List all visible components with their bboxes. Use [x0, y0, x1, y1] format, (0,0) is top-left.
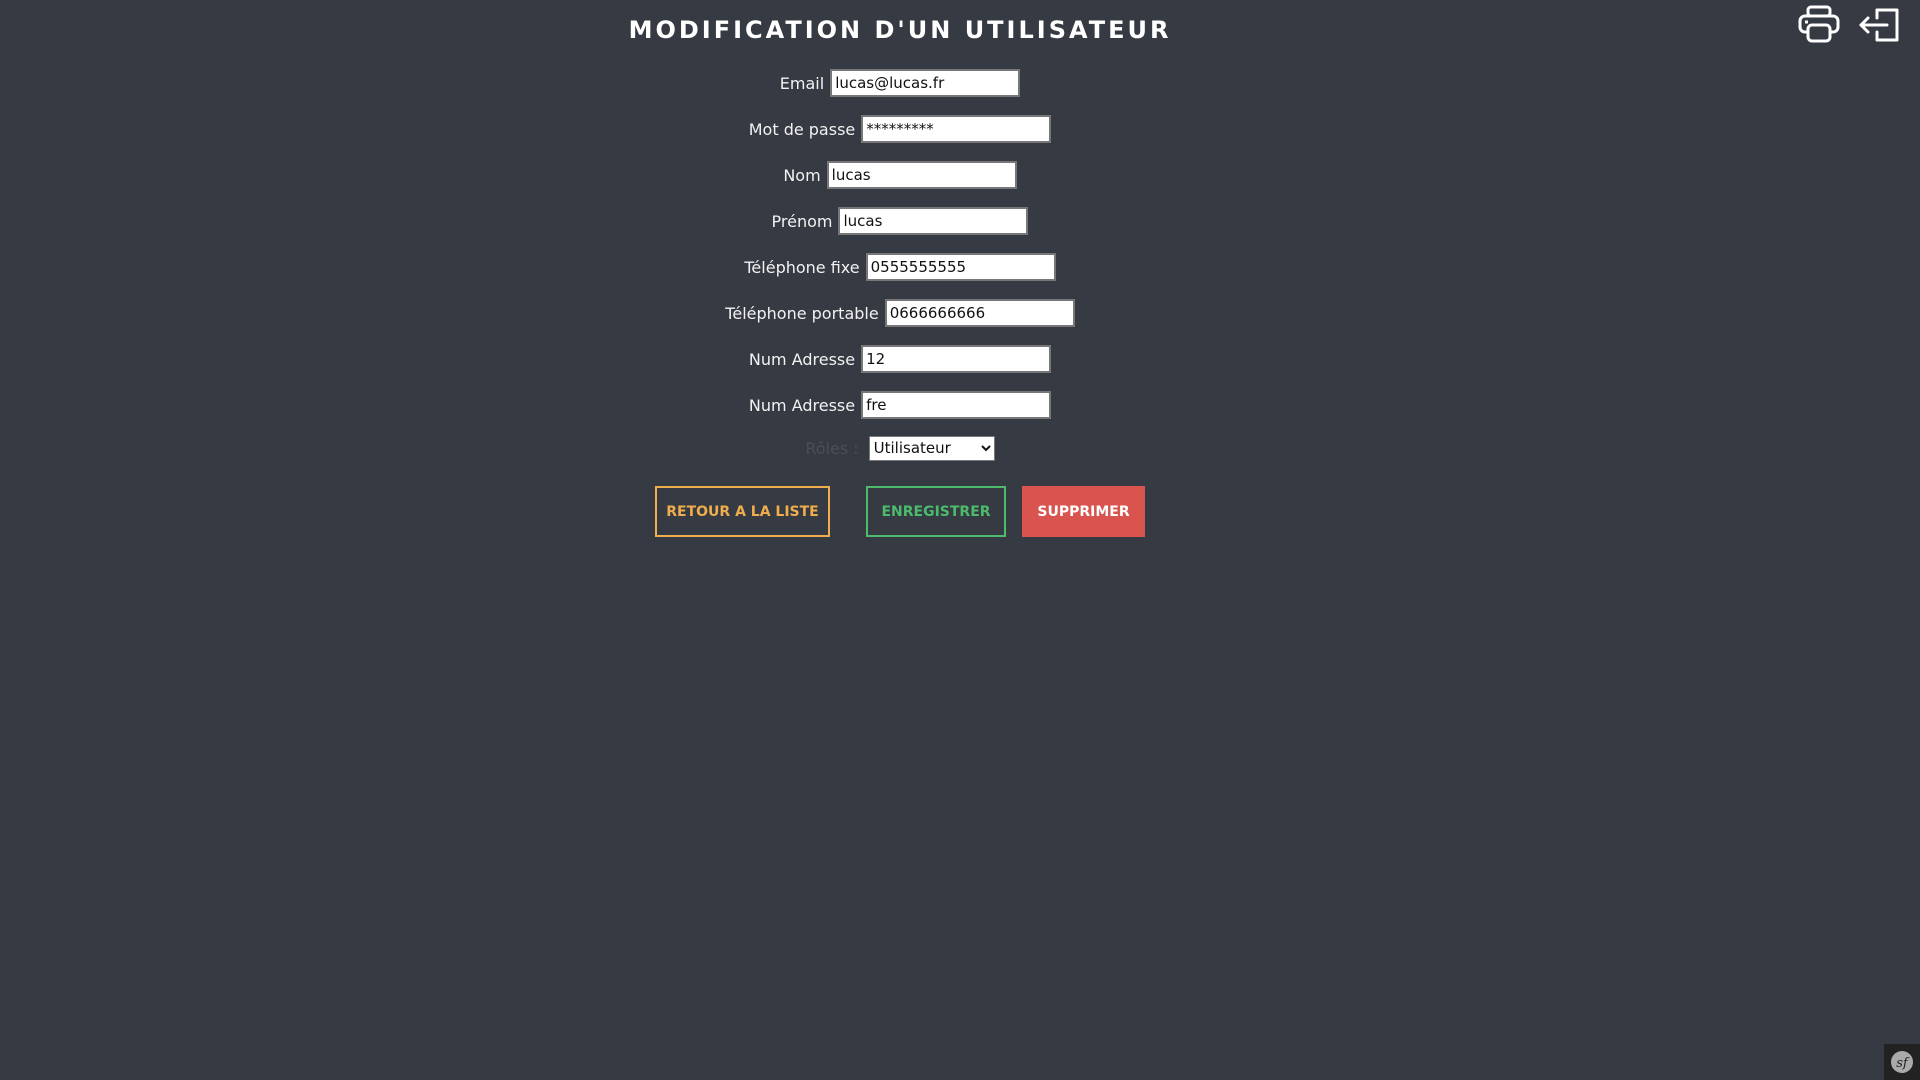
form-row-num-adresse: Num Adresse: [0, 336, 1800, 382]
print-icon[interactable]: [1797, 4, 1841, 44]
symfony-logo-icon: sf: [1891, 1051, 1913, 1073]
form-row-email: Email: [0, 60, 1800, 106]
password-input[interactable]: [861, 115, 1052, 143]
form-row-tel-portable: Téléphone portable: [0, 290, 1800, 336]
save-button[interactable]: ENREGISTRER: [866, 486, 1006, 537]
symfony-toolbar-toggle[interactable]: sf: [1884, 1044, 1920, 1080]
tel-portable-label: Téléphone portable: [725, 303, 879, 323]
form-row-roles: Rôles : Utilisateur: [0, 428, 1800, 468]
email-label: Email: [779, 73, 825, 93]
num-adresse-input[interactable]: [861, 345, 1052, 373]
nom-input[interactable]: [826, 161, 1017, 189]
email-input[interactable]: [830, 69, 1021, 97]
tel-portable-input[interactable]: [884, 299, 1075, 327]
form-row-prenom: Prénom: [0, 198, 1800, 244]
form-row-nom: Nom: [0, 152, 1800, 198]
form-row-password: Mot de passe: [0, 106, 1800, 152]
adresse-input[interactable]: [861, 391, 1052, 419]
back-to-list-button[interactable]: RETOUR A LA LISTE: [655, 486, 830, 537]
form-row-adresse: Num Adresse: [0, 382, 1800, 428]
logout-icon[interactable]: [1857, 4, 1901, 44]
page-title: MODIFICATION D'UN UTILISATEUR: [628, 16, 1172, 44]
num-adresse-label: Num Adresse: [748, 349, 856, 369]
form-row-tel-fixe: Téléphone fixe: [0, 244, 1800, 290]
action-buttons: RETOUR A LA LISTE ENREGISTRER SUPPRIMER: [0, 486, 1920, 537]
prenom-label: Prénom: [771, 211, 833, 231]
password-label: Mot de passe: [748, 119, 856, 139]
nom-label: Nom: [783, 165, 821, 185]
tel-fixe-label: Téléphone fixe: [744, 257, 860, 277]
user-edit-form: MODIFICATION D'UN UTILISATEUR Email Mot …: [0, 0, 1800, 468]
roles-label: Rôles :: [805, 438, 859, 458]
adresse-label: Num Adresse: [748, 395, 856, 415]
roles-select[interactable]: Utilisateur: [868, 435, 995, 461]
delete-button[interactable]: SUPPRIMER: [1022, 486, 1145, 537]
prenom-input[interactable]: [838, 207, 1029, 235]
tel-fixe-input[interactable]: [865, 253, 1056, 281]
